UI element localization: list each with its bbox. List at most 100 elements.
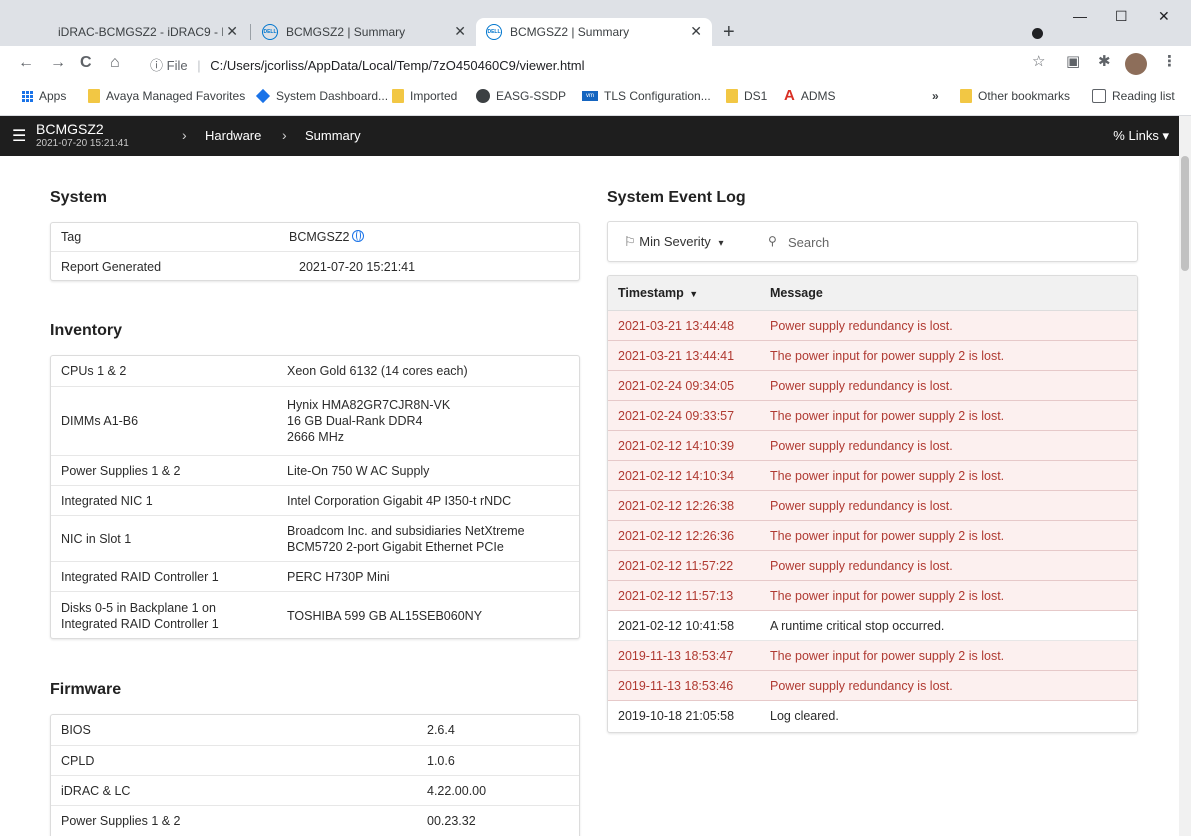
links-menu[interactable]: % Links ▾	[1113, 128, 1169, 144]
table-row[interactable]: 2019-11-13 18:53:47 The power input for p…	[608, 641, 1137, 671]
firmware-row: Power Supplies 1 & 2 00.23.32	[51, 806, 579, 836]
minimize-icon[interactable]: —	[1073, 8, 1087, 24]
section-title-firmware: Firmware	[50, 681, 122, 698]
row-key: CPUs 1 & 2	[61, 364, 127, 378]
menu-icon[interactable]: ⋮	[1162, 52, 1177, 70]
diamond-icon	[255, 88, 271, 104]
tab-title: BCMGSZ2 | Summary	[286, 25, 406, 39]
extension-icon[interactable]: ▣	[1066, 52, 1080, 70]
table-row[interactable]: 2021-03-21 13:44:41 The power input for p…	[608, 341, 1137, 371]
table-row[interactable]: 2021-02-12 10:41:58 A runtime critical st…	[608, 611, 1137, 641]
reload-icon[interactable]: C	[80, 54, 92, 72]
log-timestamp: 2021-02-12 11:57:22	[618, 558, 734, 573]
table-row[interactable]: 2019-11-13 18:53:46 Power supply redundan…	[608, 671, 1137, 701]
row-key: BIOS	[61, 723, 91, 737]
bookmark-ds1[interactable]: DS1	[726, 89, 767, 103]
table-row[interactable]: 2021-02-12 14:10:39 Power supply redundan…	[608, 431, 1137, 461]
search-icon: ⚲	[768, 234, 777, 248]
row-key: DIMMs A1-B6	[61, 414, 139, 428]
log-message: The power input for power supply 2 is lo…	[770, 408, 1005, 423]
row-value: BCMGSZ2	[289, 229, 365, 245]
inventory-card: CPUs 1 & 2 Xeon Gold 6132 (14 cores each…	[50, 355, 580, 639]
page-scrollbar[interactable]	[1179, 116, 1191, 836]
log-timestamp: 2021-02-24 09:34:05	[618, 378, 735, 393]
host-name[interactable]: BCMGSZ2	[36, 121, 104, 137]
bookmark-apps[interactable]: Apps	[22, 89, 66, 103]
table-row[interactable]: 2021-02-12 12:26:36 The power input for p…	[608, 521, 1137, 551]
search-input[interactable]	[788, 231, 1088, 253]
profile-icon[interactable]	[1032, 28, 1043, 39]
log-message: The power input for power supply 2 is lo…	[770, 648, 1005, 663]
table-row[interactable]: 2019-10-18 21:05:58 Log cleared.	[608, 701, 1137, 731]
close-icon[interactable]: ✕	[690, 23, 702, 40]
firmware-row: BIOS 2.6.4	[51, 715, 579, 746]
log-message: The power input for power supply 2 is lo…	[770, 348, 1005, 363]
bookmark-label: EASG-SSDP	[496, 89, 567, 103]
row-key: Integrated NIC 1	[61, 493, 153, 508]
min-severity-dropdown[interactable]: ⚐ Min Severity ▾	[624, 234, 723, 250]
log-timestamp: 2021-02-12 12:26:38	[618, 498, 735, 513]
table-row[interactable]: 2021-02-12 14:10:34 The power input for p…	[608, 461, 1137, 491]
section-title-inventory: Inventory	[50, 322, 123, 339]
chevron-right-icon: ›	[282, 127, 287, 143]
bookmark-label: Avaya Managed Favorites	[106, 89, 246, 103]
table-row[interactable]: 2021-02-12 11:57:13 The power input for p…	[608, 581, 1137, 611]
bookmarks-overflow[interactable]: »	[932, 89, 939, 103]
log-message: Log cleared.	[770, 709, 839, 723]
event-log-header: Timestamp ▼ Message	[608, 276, 1137, 311]
bookmark-label: Imported	[410, 89, 458, 103]
inventory-row: Integrated NIC 1 Intel Corporation Gigab…	[51, 486, 579, 516]
bookmark-easg[interactable]: EASG-SSDP	[476, 89, 566, 103]
event-log-table: Timestamp ▼ Message 2021-03-21 13:44:48 P…	[607, 275, 1138, 733]
close-icon[interactable]: ✕	[226, 23, 238, 40]
row-value: Intel Corporation Gigabit 4P I350-t rNDC	[287, 493, 512, 508]
bookmark-label: TLS Configuration...	[604, 89, 711, 103]
table-row[interactable]: 2021-02-12 12:26:38 Power supply redundan…	[608, 491, 1137, 521]
row-key: iDRAC & LC	[61, 783, 131, 798]
avatar[interactable]	[1125, 53, 1147, 75]
bookmark-adms[interactable]: A ADMS	[784, 87, 836, 104]
bookmark-system-dashboard[interactable]: System Dashboard...	[255, 88, 388, 104]
log-message: Power supply redundancy is lost.	[770, 498, 953, 513]
address-bar[interactable]: ⓘ File | C:/Users/jcorliss/AppData/Local…	[150, 55, 585, 74]
inventory-row: NIC in Slot 1 Broadcom Inc. and subsidia…	[51, 516, 579, 562]
dell-icon: DELL	[486, 24, 502, 40]
bookmark-other[interactable]: Other bookmarks	[960, 89, 1070, 103]
folder-icon	[960, 89, 972, 103]
plus-icon[interactable]: +	[723, 21, 735, 44]
inventory-row: Power Supplies 1 & 2 Lite-On 750 W AC Su…	[51, 456, 579, 486]
hamburger-icon[interactable]: ☰	[12, 126, 26, 146]
browser-tab-summary-active[interactable]: DELL BCMGSZ2 | Summary ✕	[476, 18, 712, 46]
log-timestamp: 2021-02-12 10:41:58	[618, 618, 735, 633]
bookmark-tls[interactable]: vm TLS Configuration...	[582, 89, 711, 103]
folder-icon	[392, 89, 404, 103]
system-card: Tag BCMGSZ2 Report Generated 2021-07-20 …	[50, 222, 580, 281]
bookmark-avaya[interactable]: Avaya Managed Favorites	[88, 89, 245, 103]
maximize-icon[interactable]: ☐	[1115, 8, 1128, 25]
browser-tab-idrac[interactable]: iDRAC-BCMGSZ2 - iDRAC9 - Ma ✕	[48, 18, 248, 46]
back-icon[interactable]: ←	[18, 54, 34, 72]
scroll-thumb[interactable]	[1181, 156, 1189, 271]
log-timestamp: 2019-11-13 18:53:47	[618, 648, 734, 663]
table-row[interactable]: 2021-02-24 09:33:57 The power input for p…	[608, 401, 1137, 431]
table-row[interactable]: 2021-02-12 11:57:22 Power supply redundan…	[608, 551, 1137, 581]
bookmark-imported[interactable]: Imported	[392, 89, 457, 103]
log-timestamp: 2021-03-21 13:44:48	[618, 318, 735, 333]
globe-icon[interactable]	[352, 230, 365, 242]
extension-puzzle-icon[interactable]: ✱	[1098, 52, 1111, 70]
breadcrumb-hardware[interactable]: Hardware	[205, 128, 261, 143]
table-row[interactable]: 2021-02-24 09:34:05 Power supply redundan…	[608, 371, 1137, 401]
home-icon[interactable]: ⌂	[110, 54, 120, 72]
window-close-icon[interactable]: ✕	[1158, 8, 1170, 25]
reading-list[interactable]: Reading list	[1092, 89, 1175, 103]
bookmark-label: Apps	[39, 89, 67, 103]
browser-tab-summary-1[interactable]: DELL BCMGSZ2 | Summary ✕	[252, 18, 476, 46]
apps-icon	[22, 90, 33, 102]
table-row[interactable]: 2021-03-21 13:44:48 Power supply redundan…	[608, 311, 1137, 341]
row-value: Broadcom Inc. and subsidiaries NetXtreme…	[287, 523, 525, 554]
breadcrumb-summary[interactable]: Summary	[305, 128, 361, 143]
close-icon[interactable]: ✕	[454, 23, 466, 40]
timestamp-column-header[interactable]: Timestamp ▼	[608, 286, 770, 300]
forward-icon[interactable]: →	[50, 54, 66, 72]
star-icon[interactable]: ☆	[1032, 52, 1045, 70]
